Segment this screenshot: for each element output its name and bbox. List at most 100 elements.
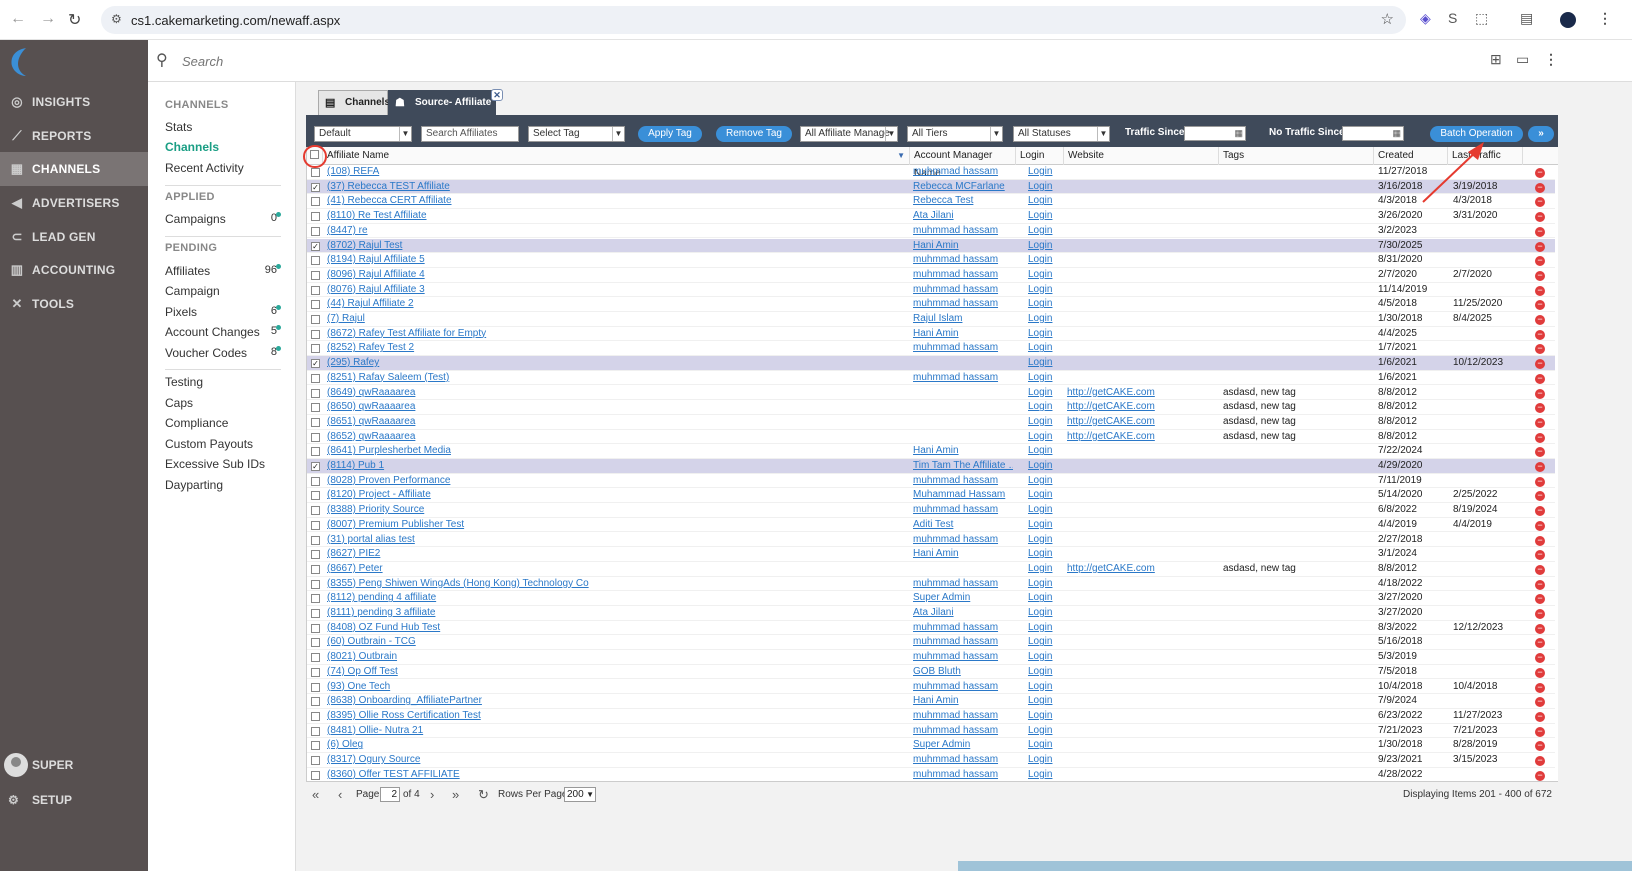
delete-row-icon[interactable]: − (1535, 756, 1545, 766)
row-checkbox[interactable] (311, 300, 320, 310)
login-link[interactable]: Login (1028, 635, 1062, 650)
login-link[interactable]: Login (1028, 180, 1062, 195)
affiliate-name-link[interactable]: (8112) pending 4 affiliate (327, 591, 907, 606)
delete-row-icon[interactable]: − (1535, 579, 1545, 590)
account-manager-link[interactable]: muhmmad hassam (913, 283, 1013, 298)
table-row[interactable]: (8317) Ogury Source muhmmad hassam Login 9/… (307, 753, 1555, 768)
account-manager-link[interactable]: muhmmad hassam (913, 533, 1013, 548)
login-link[interactable]: Login (1028, 356, 1062, 371)
table-row[interactable]: ✓ (8114) Pub 1 Tim Tam The Affiliate … Logi… (307, 459, 1555, 474)
table-row[interactable]: (8007) Premium Publisher Test Aditi Test L… (307, 518, 1555, 533)
table-row[interactable]: ✓ (295) Rafey Login 1/6/2021 10/12/2023 − (307, 356, 1555, 371)
table-row[interactable]: (31) portal alias test muhmmad hassam Logi… (307, 533, 1555, 548)
delete-row-icon[interactable]: − (1535, 770, 1545, 781)
table-row[interactable]: (8649) qwRaaaarea Login http://getCAKE.com… (307, 386, 1555, 401)
table-row[interactable]: (8388) Priority Source muhmmad hassam Logi… (307, 503, 1555, 518)
table-row[interactable]: (93) One Tech muhmmad hassam Login 10/4/201… (307, 680, 1555, 695)
table-row[interactable]: (8194) Rajul Affiliate 5 muhmmad hassam Lo… (307, 253, 1555, 268)
login-link[interactable]: Login (1028, 474, 1062, 489)
login-link[interactable]: Login (1028, 562, 1062, 577)
subnav-pending-affiliates[interactable]: Affiliates 96 (165, 264, 281, 278)
sidebar-item-reports[interactable]: ⟋ REPORTS (0, 119, 148, 153)
login-link[interactable]: Login (1028, 665, 1062, 680)
delete-row-icon[interactable]: − (1535, 697, 1545, 708)
account-manager-link[interactable]: muhmmad hassam (913, 768, 1013, 781)
website-link[interactable]: http://getCAKE.com (1067, 400, 1217, 415)
delete-row-icon[interactable]: − (1535, 417, 1545, 428)
rows-per-page-select[interactable]: 200 ▼ (564, 787, 596, 802)
calendar-window-icon[interactable]: ▭ (1516, 51, 1529, 68)
login-link[interactable]: Login (1028, 312, 1062, 327)
account-manager-link[interactable]: Ata Jilani (913, 209, 1013, 224)
col-account-manager[interactable]: Account Manager Name (910, 147, 1016, 179)
account-manager-link[interactable]: Tim Tam The Affiliate … (913, 459, 1013, 474)
row-checkbox[interactable] (311, 564, 320, 574)
delete-row-icon[interactable]: − (1535, 653, 1545, 664)
subnav-caps[interactable]: Caps (165, 396, 281, 410)
login-link[interactable]: Login (1028, 224, 1062, 239)
sidebar-setup[interactable]: ⚙ SETUP (0, 785, 148, 815)
extension-icon[interactable]: ◈ (1420, 10, 1431, 27)
table-row[interactable]: ✓ (8702) Rajul Test Hani Amin Login 7/30/202… (307, 238, 1555, 254)
login-link[interactable]: Login (1028, 430, 1062, 445)
account-manager-link[interactable]: muhmmad hassam (913, 474, 1013, 489)
affiliate-name-link[interactable]: (8649) qwRaaaarea (327, 386, 907, 401)
row-checkbox[interactable] (311, 285, 320, 295)
account-manager-link[interactable]: muhmmad hassam (913, 503, 1013, 518)
gift-icon[interactable]: ⊞ (1490, 51, 1502, 68)
account-manager-select[interactable]: All Affiliate Manage ▼ (800, 126, 898, 142)
login-link[interactable]: Login (1028, 518, 1062, 533)
row-checkbox[interactable] (311, 756, 320, 765)
delete-row-icon[interactable]: − (1535, 594, 1545, 605)
delete-row-icon[interactable]: − (1535, 256, 1545, 267)
tiers-select[interactable]: All Tiers ▼ (907, 126, 1003, 142)
row-checkbox[interactable] (311, 315, 320, 324)
subnav-custom-payouts[interactable]: Custom Payouts (165, 437, 281, 451)
account-manager-link[interactable]: Rebecca MCFarlane (913, 180, 1013, 195)
account-manager-link[interactable]: Hani Amin (913, 444, 1013, 459)
delete-row-icon[interactable]: − (1535, 609, 1545, 619)
last-page-icon[interactable]: » (452, 787, 459, 802)
account-manager-link[interactable]: Aditi Test (913, 518, 1013, 533)
tab-source-affiliate[interactable]: ☗ Source- Affiliate ✕ (388, 89, 503, 116)
row-checkbox[interactable] (311, 403, 320, 413)
account-manager-link[interactable]: Hani Amin (913, 547, 1013, 562)
sidebar-item-channels[interactable]: ▦ CHANNELS (0, 152, 148, 186)
close-tab-icon[interactable]: ✕ (491, 89, 503, 101)
table-row[interactable]: (8447) re muhmmad hassam Login 3/2/2023 − (307, 224, 1555, 239)
account-manager-link[interactable]: Rebecca Test (913, 194, 1013, 209)
table-row[interactable]: (41) Rebecca CERT Affiliate Rebecca Test L… (307, 194, 1555, 210)
affiliate-name-link[interactable]: (8120) Project - Affiliate (327, 488, 907, 503)
apply-tag-button[interactable]: Apply Tag (638, 126, 702, 142)
affiliate-name-link[interactable]: (295) Rafey (327, 356, 907, 371)
login-link[interactable]: Login (1028, 621, 1062, 636)
delete-row-icon[interactable]: − (1535, 315, 1545, 325)
back-icon[interactable]: ← (10, 10, 26, 28)
row-checkbox[interactable] (311, 667, 320, 677)
delete-row-icon[interactable]: − (1535, 638, 1545, 649)
next-page-icon[interactable]: › (430, 787, 434, 802)
row-checkbox[interactable] (311, 550, 320, 560)
delete-row-icon[interactable]: − (1535, 711, 1545, 722)
login-link[interactable]: Login (1028, 533, 1062, 548)
delete-row-icon[interactable]: − (1535, 329, 1545, 340)
delete-row-icon[interactable]: − (1535, 344, 1545, 355)
affiliate-name-link[interactable]: (8110) Re Test Affiliate (327, 209, 907, 224)
table-row[interactable]: (8667) Peter Login http://getCAKE.com asdas… (307, 562, 1555, 577)
affiliate-name-link[interactable]: (8667) Peter (327, 562, 907, 577)
row-checkbox[interactable] (311, 623, 320, 633)
delete-row-icon[interactable]: − (1535, 520, 1545, 531)
table-row[interactable]: (60) Outbrain - TCG muhmmad hassam Login 5/… (307, 635, 1555, 651)
row-checkbox[interactable] (311, 535, 320, 545)
expand-toolbar-button[interactable]: » (1528, 126, 1554, 142)
subnav-pending-pixels[interactable]: Pixels 6 (165, 305, 281, 319)
affiliate-name-link[interactable]: (93) One Tech (327, 680, 907, 695)
reload-icon[interactable]: ↻ (68, 10, 81, 30)
table-row[interactable]: (8076) Rajul Affiliate 3 muhmmad hassam Lo… (307, 283, 1555, 298)
login-link[interactable]: Login (1028, 341, 1062, 356)
table-row[interactable]: (8627) PIE2 Hani Amin Login 3/1/2024 − (307, 547, 1555, 562)
delete-row-icon[interactable]: − (1535, 197, 1545, 208)
delete-row-icon[interactable]: − (1535, 564, 1545, 575)
table-row[interactable]: ✓ (37) Rebecca TEST Affiliate Rebecca MCFa… (307, 179, 1555, 195)
subnav-pending-campaign[interactable]: Campaign (165, 284, 281, 298)
